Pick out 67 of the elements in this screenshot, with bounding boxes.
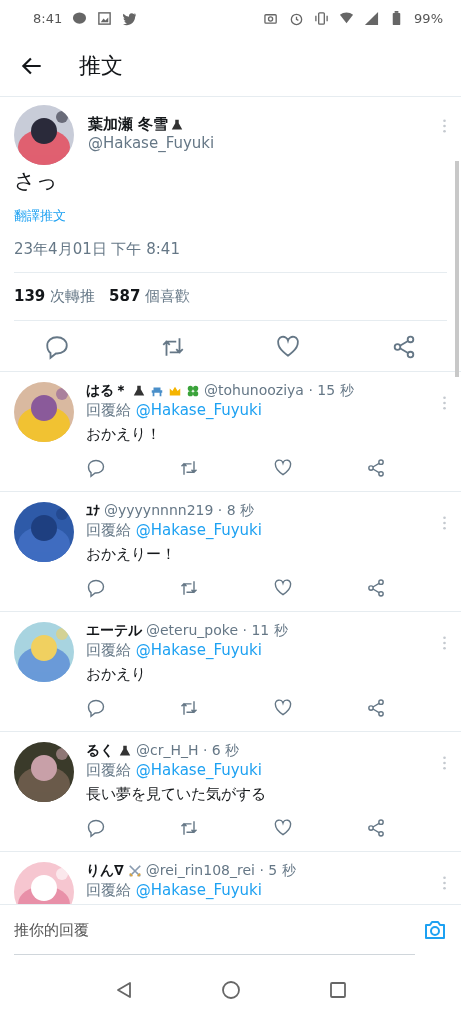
reply-icon[interactable] bbox=[44, 334, 70, 360]
reply-author-name: はる＊ bbox=[86, 382, 128, 400]
reply-author-handle: @yyyynnnn219 · 8 秒 bbox=[104, 502, 255, 520]
reply-author-name: るく bbox=[86, 742, 114, 760]
reply-author-name: りん∇ bbox=[86, 862, 124, 880]
clock-time: 8:41 bbox=[33, 10, 63, 26]
reply-icon[interactable] bbox=[86, 578, 106, 598]
reply-input-field[interactable]: 推你的回覆 bbox=[14, 905, 415, 955]
reply-text: おかえりー！ bbox=[86, 545, 177, 564]
battery-level: 99% bbox=[414, 10, 443, 26]
image-icon bbox=[97, 10, 113, 26]
share-icon[interactable] bbox=[366, 458, 386, 478]
page-title: 推文 bbox=[79, 52, 123, 80]
crossed-swords-icon bbox=[127, 864, 142, 878]
bird-icon bbox=[122, 10, 138, 26]
reply-author-name: ﾕﾅ bbox=[86, 503, 100, 519]
crown-icon bbox=[168, 384, 182, 398]
reply-text: おかえり！ bbox=[86, 425, 162, 444]
flask-icon bbox=[170, 117, 185, 132]
author-name: 葉加瀬 冬雪 bbox=[88, 115, 169, 134]
replying-to-text: 回覆給 @Hakase_Fuyuki bbox=[86, 761, 263, 780]
signal-icon bbox=[364, 10, 380, 26]
camera-icon[interactable] bbox=[423, 918, 447, 942]
mention-link[interactable]: @Hakase_Fuyuki bbox=[135, 401, 262, 419]
retweet-icon[interactable] bbox=[179, 698, 200, 718]
vibrate-icon bbox=[314, 10, 330, 26]
reply-icon[interactable] bbox=[86, 458, 106, 478]
share-icon[interactable] bbox=[366, 698, 386, 718]
reply-icon[interactable] bbox=[86, 698, 106, 718]
reply-author-handle: @eteru_poke · 11 秒 bbox=[146, 622, 288, 640]
wifi-icon bbox=[339, 10, 355, 26]
reply-icon[interactable] bbox=[86, 818, 106, 838]
heart-icon[interactable] bbox=[272, 818, 293, 838]
retweet-icon[interactable] bbox=[179, 578, 200, 598]
flask-icon bbox=[132, 384, 146, 398]
scrollbar[interactable] bbox=[455, 161, 459, 377]
reply-author-name: エーテル bbox=[86, 622, 142, 640]
replying-to-text: 回覆給 @Hakase_Fuyuki bbox=[86, 881, 263, 900]
retweet-icon[interactable] bbox=[179, 818, 200, 838]
reply-text: 長い夢を見ていた気がする bbox=[86, 785, 267, 804]
reply-author-handle: @cr_H_H · 6 秒 bbox=[136, 742, 240, 760]
flask-icon bbox=[118, 744, 132, 758]
retweet-count[interactable]: 139 次轉推 bbox=[14, 287, 96, 306]
replying-to-text: 回覆給 @Hakase_Fuyuki bbox=[86, 641, 263, 660]
replying-to-text: 回覆給 @Hakase_Fuyuki bbox=[86, 521, 263, 540]
mention-link[interactable]: @Hakase_Fuyuki bbox=[135, 641, 262, 659]
heart-icon[interactable] bbox=[272, 698, 293, 718]
like-count[interactable]: 587 個喜歡 bbox=[109, 287, 191, 306]
mention-link[interactable]: @Hakase_Fuyuki bbox=[135, 881, 262, 899]
share-icon[interactable] bbox=[366, 818, 386, 838]
translate-link[interactable]: 翻譯推文 bbox=[14, 207, 66, 225]
tweet-text: さっ bbox=[14, 168, 59, 195]
author-handle: @Hakase_Fuyuki bbox=[88, 134, 216, 152]
mention-link[interactable]: @Hakase_Fuyuki bbox=[135, 521, 262, 539]
retweet-icon[interactable] bbox=[179, 458, 200, 478]
replying-to-text: 回覆給 @Hakase_Fuyuki bbox=[86, 401, 263, 420]
clover-icon bbox=[186, 384, 200, 398]
recents-icon[interactable] bbox=[327, 979, 348, 1000]
mention-link[interactable]: @Hakase_Fuyuki bbox=[135, 761, 262, 779]
reply-author-handle: @tohunooziya · 15 秒 bbox=[204, 382, 354, 400]
share-icon[interactable] bbox=[366, 578, 386, 598]
heart-icon[interactable] bbox=[272, 458, 293, 478]
timestamp: 23年4月01日 下午 8:41 bbox=[14, 240, 180, 258]
home-icon[interactable] bbox=[220, 979, 241, 1000]
reply-text: おかえり bbox=[86, 665, 147, 684]
reply-author-handle: @rei_rin108_rei · 5 秒 bbox=[145, 862, 296, 880]
heart-icon[interactable] bbox=[272, 578, 293, 598]
